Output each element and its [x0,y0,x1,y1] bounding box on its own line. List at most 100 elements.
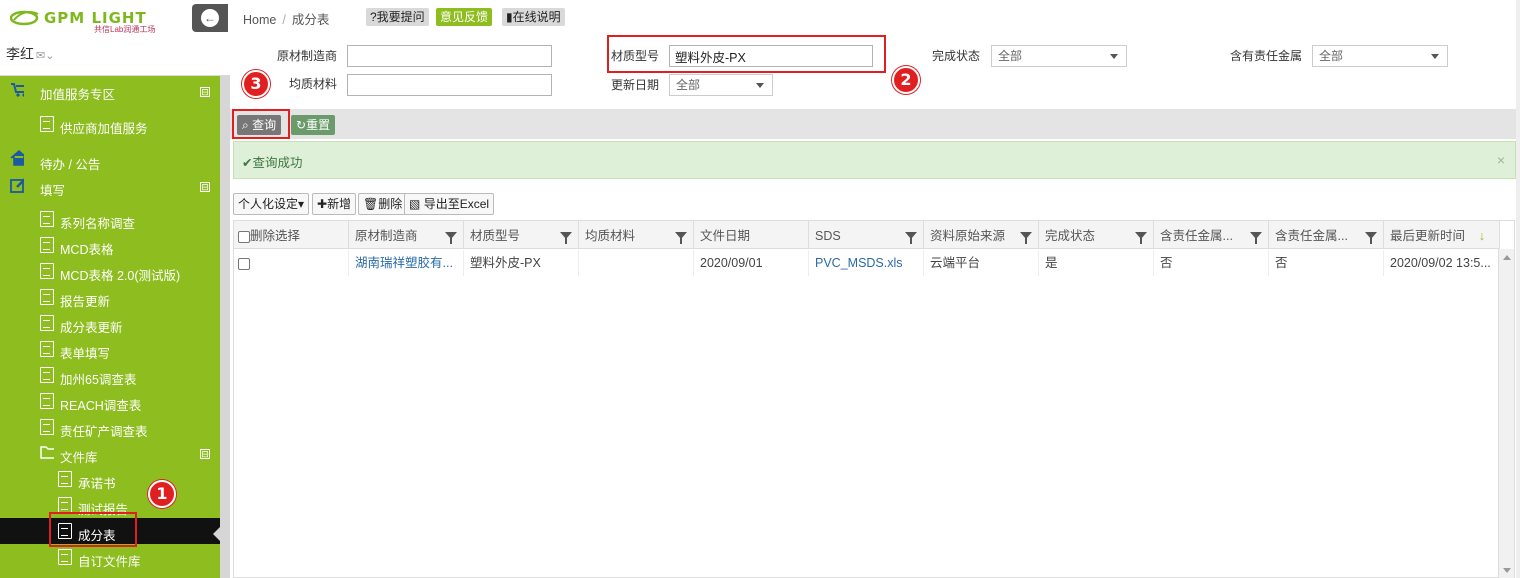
filter-icon[interactable] [1365,232,1377,244]
column-header-metal-1[interactable]: 含责任金属... [1154,221,1269,249]
sidebar-item-todo[interactable]: 待办 / 公告 [0,148,220,172]
document-icon [58,549,72,565]
row-checkbox[interactable] [238,257,250,270]
select-all-checkbox[interactable] [238,230,250,243]
document-icon [40,289,54,305]
sidebar-item-ca65[interactable]: 加州65调查表 [0,364,220,387]
column-header-sds[interactable]: SDS [809,221,924,249]
action-toolbar: ⌕ 查询 ↻重置 [230,109,1516,139]
sidebar-item-file-library[interactable]: 文件库 ⊟ [0,442,220,465]
feedback-button[interactable]: 意见反馈 [436,8,493,26]
sidebar-item-fill[interactable]: 填写 ⊟ [0,176,220,198]
grid-scrollbar[interactable] [1498,249,1514,578]
cell-sds[interactable]: PVC_MSDS.xls [809,250,924,276]
column-header-model[interactable]: 材质型号 [464,221,579,249]
document-icon [40,419,54,435]
scroll-up-icon[interactable] [1503,255,1511,260]
filter-icon[interactable] [560,232,572,244]
sidebar-scrollbar[interactable] [220,76,230,578]
filter-icon[interactable] [1020,232,1032,244]
collapse-toggle-icon[interactable]: ⊟ [200,87,210,97]
column-header-supplier[interactable]: 原材制造商 [349,221,464,249]
update-date-select[interactable]: 全部 [669,74,773,96]
sidebar-item-conflict-minerals[interactable]: 责任矿产调查表 [0,416,220,439]
grid-header: 删除选择 原材制造商 材质型号 均质材料 文件日期 SDS 资料原始来源 完成状… [234,221,1500,249]
document-icon [40,367,54,383]
ask-question-button[interactable]: ?我要提问 [366,8,429,26]
export-excel-button[interactable]: ▧ 导出至Excel [404,193,495,215]
cell-source: 云端平台 [924,250,1039,276]
homogeneous-label: 均质材料 [289,77,338,91]
highlight-box-composition [49,512,137,547]
sidebar-item-custom-library[interactable]: 自订文件库 [0,546,220,569]
document-icon [58,497,72,513]
check-icon: ✔ [242,156,253,170]
success-alert: ✔查询成功 × [233,141,1516,179]
sidebar-item-label: 表单填写 [60,347,111,361]
sidebar-item-series-survey[interactable]: 系列名称调查 [0,208,220,231]
sidebar-item-reach[interactable]: REACH调查表 [0,390,220,413]
sidebar-collapse-button[interactable]: ← [192,4,228,32]
column-header-metal-2[interactable]: 含责任金属... [1269,221,1384,249]
document-icon [40,116,54,132]
filter-icon[interactable] [675,232,687,244]
logo-subtext: 共信Lab润通工场 [94,25,156,34]
collapse-toggle-icon[interactable]: ⊟ [200,449,210,459]
highlight-box-query [232,109,290,139]
user-menu[interactable]: 李红 ✉⌄ [6,44,54,64]
column-header-status[interactable]: 完成状态 [1039,221,1154,249]
step-badge-2: 2 [892,66,920,94]
delete-button[interactable]: 🗑删除 [358,193,408,215]
add-button[interactable]: ✚新增 [312,193,357,215]
update-date-label: 更新日期 [611,78,660,92]
plus-icon: ✚ [317,197,328,211]
user-name: 李红 [6,46,34,62]
cell-model: 塑料外皮-PX [464,250,579,276]
sidebar-header: GPM LIGHT 共信Lab润通工场 ← 李红 ✉⌄ [0,0,230,76]
column-header-last-update[interactable]: 最后更新时间 ↓ [1384,221,1500,249]
supplier-input[interactable] [347,45,552,67]
status-label: 完成状态 [932,49,981,63]
status-select[interactable]: 全部 [991,45,1127,67]
homogeneous-input[interactable] [347,74,552,96]
page-scrollbar[interactable] [1516,0,1520,578]
scroll-down-icon[interactable] [1503,568,1511,573]
filter-icon[interactable] [905,232,917,244]
sidebar-item-label: 填写 [40,184,66,198]
filter-icon[interactable] [1250,232,1262,244]
sidebar-item-label: 承诺书 [78,477,116,491]
close-icon[interactable]: × [1497,152,1505,168]
sidebar-item-report-update[interactable]: 报告更新 [0,286,220,309]
filter-icon[interactable] [1135,232,1147,244]
sidebar-item-mcd2[interactable]: MCD表格 2.0(测试版) [0,260,220,283]
column-header-source[interactable]: 资料原始来源 [924,221,1039,249]
sidebar-item-value-added[interactable]: 加值服务专区 ⊟ [0,80,220,102]
sidebar-item-mcd[interactable]: MCD表格 [0,234,220,257]
breadcrumb-current: 成分表 [291,13,330,27]
column-header-homogeneous[interactable]: 均质材料 [579,221,694,249]
alert-message: 查询成功 [252,156,303,170]
column-header-file-date[interactable]: 文件日期 [694,221,809,249]
sidebar-item-composition-update[interactable]: 成分表更新 [0,312,220,335]
collapse-toggle-icon[interactable]: ⊟ [200,182,210,192]
filter-icon[interactable] [445,232,457,244]
sidebar-item-commitment[interactable]: 承诺书 [0,468,220,491]
sidebar-item-label: 自订文件库 [78,555,141,569]
cell-supplier[interactable]: 湖南瑞祥塑胶有... [349,250,464,276]
document-icon [58,471,72,487]
dropdown-arrow-icon [1110,54,1118,59]
dropdown-arrow-icon [756,83,764,88]
sidebar-item-supplier-service[interactable]: 供应商加值服务 [0,112,220,136]
column-header-delete[interactable]: 删除选择 [234,221,349,249]
refresh-icon: ↻ [296,118,307,132]
sidebar-item-form-fill[interactable]: 表单填写 [0,338,220,361]
sidebar-item-label: MCD表格 2.0(测试版) [60,269,181,283]
sort-desc-icon: ↓ [1478,229,1485,243]
metal-select[interactable]: 全部 [1312,45,1448,67]
reset-button[interactable]: ↻重置 [291,115,336,135]
online-help-button[interactable]: ▮在线说明 [502,8,565,26]
sidebar-item-label: REACH调查表 [60,399,142,413]
breadcrumb-home[interactable]: Home [243,13,276,27]
personalize-button[interactable]: 个人化设定▾ [233,193,310,215]
sidebar: GPM LIGHT 共信Lab润通工场 ← 李红 ✉⌄ 加值服务专区 ⊟ 供应商加… [0,0,230,578]
